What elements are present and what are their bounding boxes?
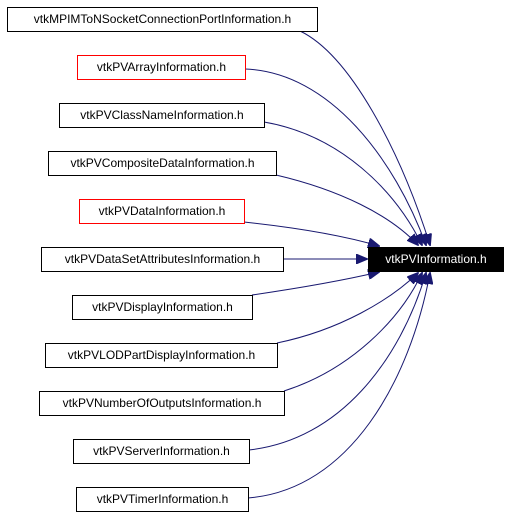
node-vtkpvclassnameinformation[interactable]: vtkPVClassNameInformation.h <box>59 103 265 128</box>
node-vtkpvarrayinformation[interactable]: vtkPVArrayInformation.h <box>77 55 246 80</box>
edge-3 <box>275 174 418 245</box>
edge-7 <box>276 273 418 344</box>
edge-10 <box>247 273 430 499</box>
node-vtkpvlodpartdisplayinformation[interactable]: vtkPVLODPartDisplayInformation.h <box>45 343 278 368</box>
node-vtkpvserverinformation[interactable]: vtkPVServerInformation.h <box>73 439 250 464</box>
node-vtkpvdisplayinformation[interactable]: vtkPVDisplayInformation.h <box>72 295 253 320</box>
edge-4 <box>243 221 379 246</box>
edge-2 <box>263 121 422 245</box>
target-node-vtkpvinformation: vtkPVInformation.h <box>368 247 504 272</box>
node-vtkpvnumberofoutputsinformation[interactable]: vtkPVNumberOfOutputsInformation.h <box>39 391 285 416</box>
node-vtkpvcompositedatainformation[interactable]: vtkPVCompositeDataInformation.h <box>48 151 277 176</box>
node-vtkmpimtonsocketconnectionportinformation[interactable]: vtkMPIMToNSocketConnectionPortInformatio… <box>7 7 318 32</box>
node-vtkpvdatasetattributesinformation[interactable]: vtkPVDataSetAttributesInformation.h <box>41 247 284 272</box>
node-vtkpvtimerinformation[interactable]: vtkPVTimerInformation.h <box>76 487 249 512</box>
edge-8 <box>283 273 422 392</box>
edge-6 <box>251 272 379 296</box>
edge-0 <box>299 30 430 245</box>
node-vtkpvdatainformation[interactable]: vtkPVDataInformation.h <box>79 199 245 224</box>
